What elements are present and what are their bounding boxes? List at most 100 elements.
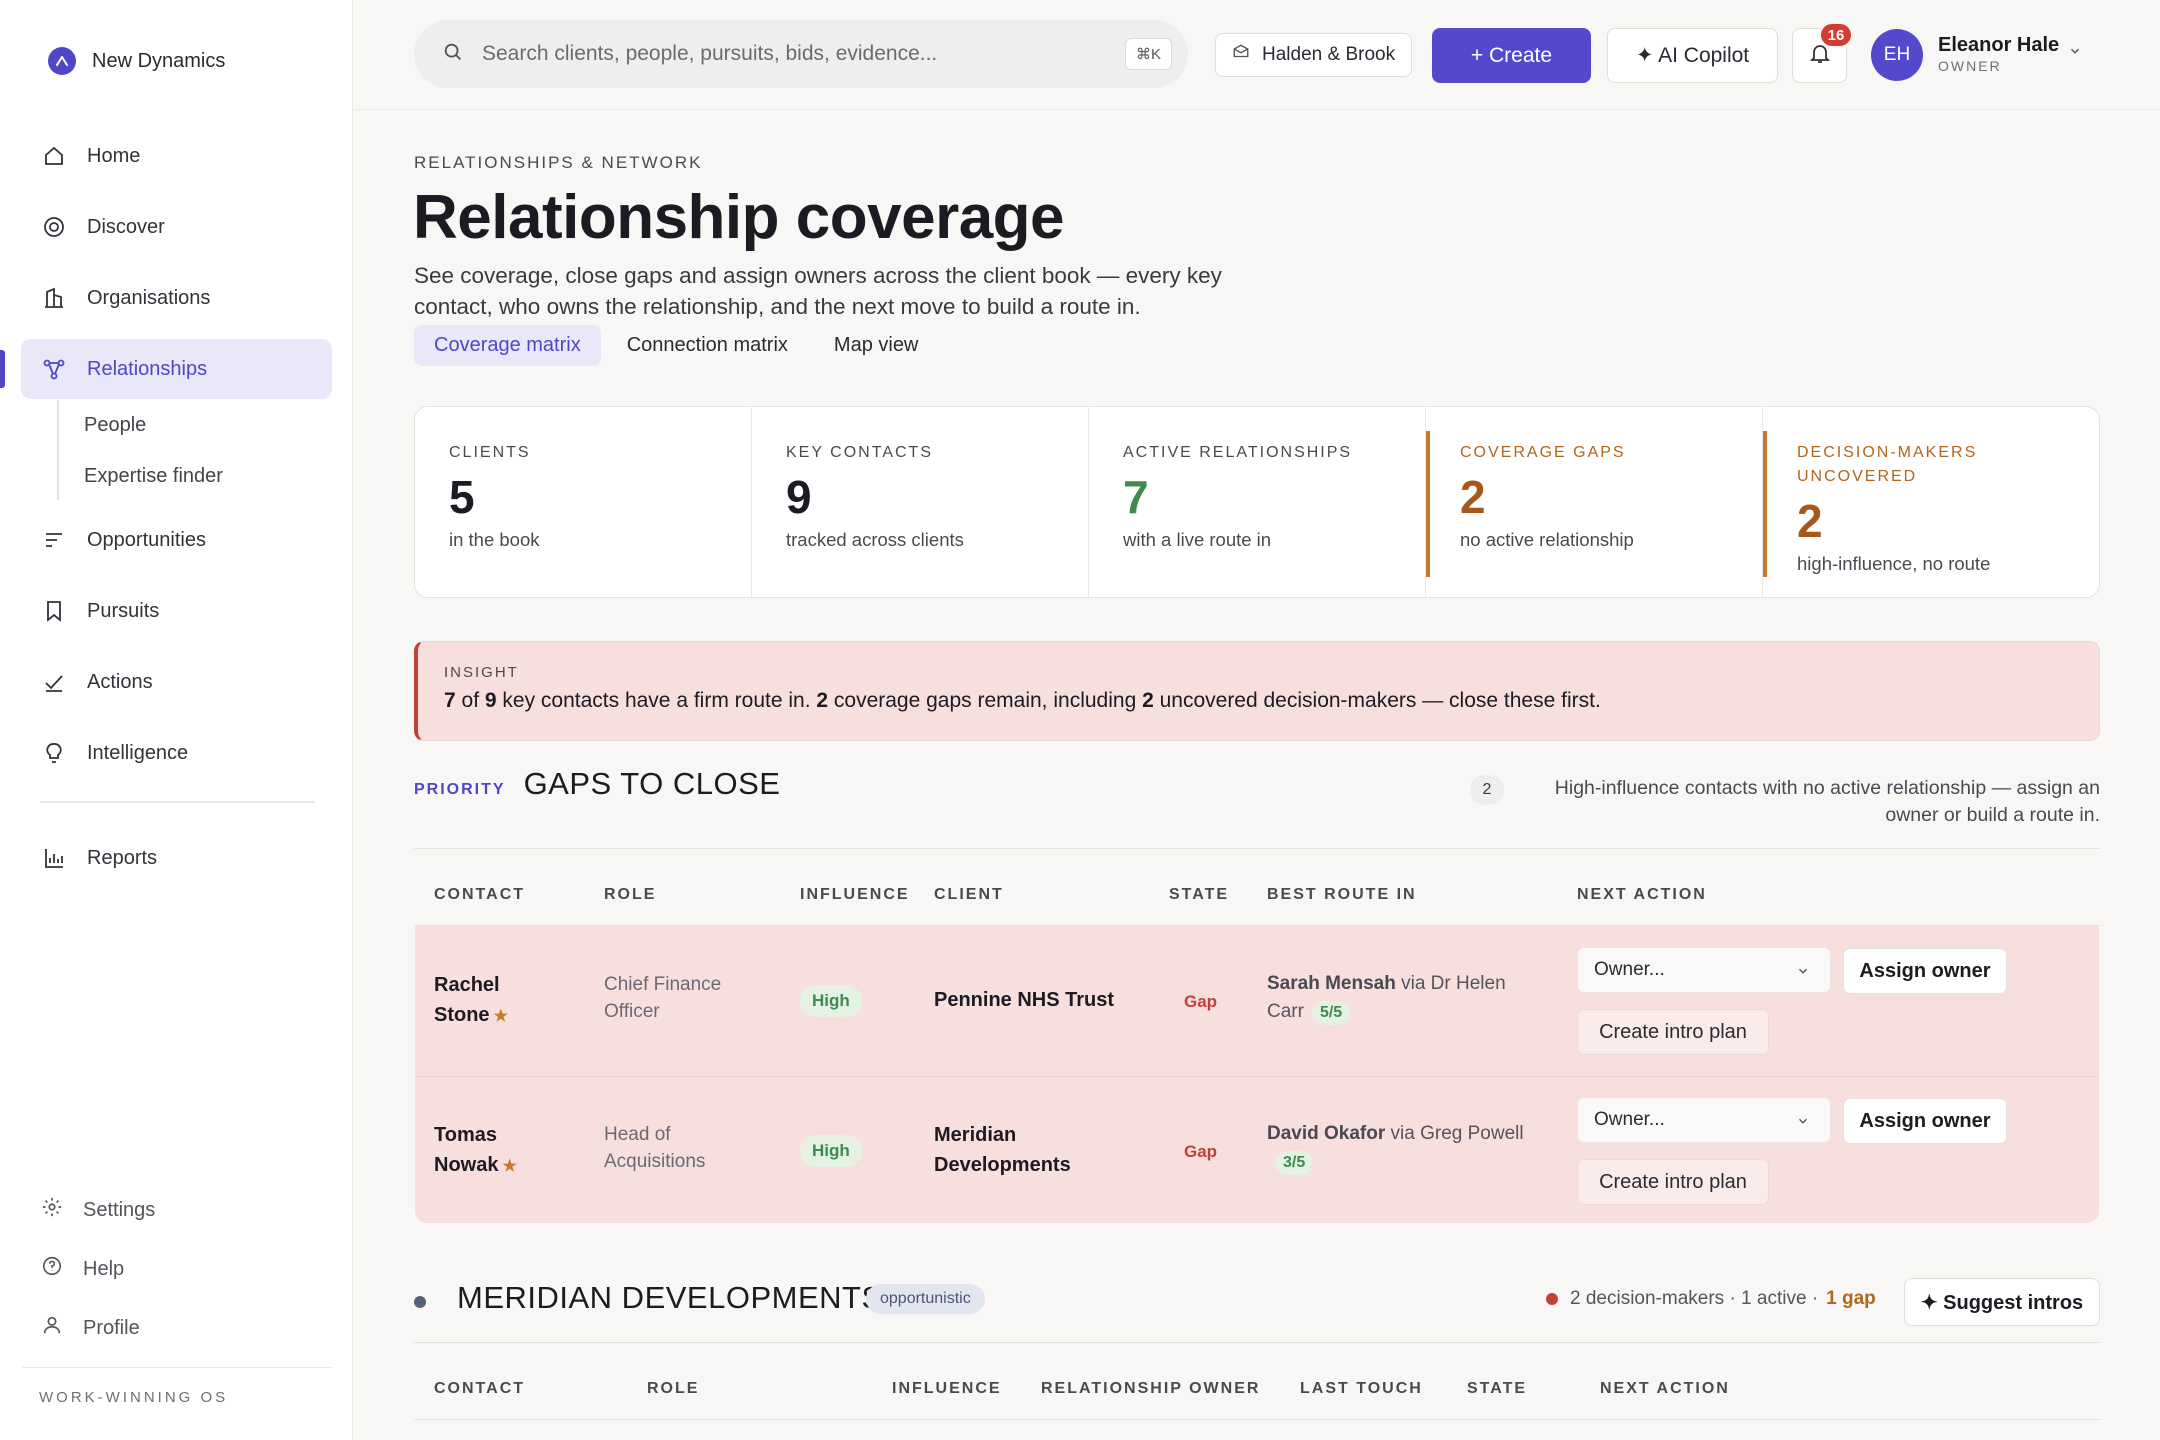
stat-sub: with a live route in bbox=[1123, 529, 1272, 550]
workspace-icon bbox=[1232, 43, 1250, 67]
gaps-note: High-influence contacts with no active r… bbox=[1554, 777, 2100, 826]
nav-item-help[interactable]: Help bbox=[41, 1255, 124, 1283]
nav-label: Home bbox=[87, 144, 141, 167]
owner-select[interactable]: Owner... bbox=[1577, 1097, 1831, 1143]
nav-divider bbox=[40, 801, 315, 803]
best-route: David Okafor via Greg Powell3/5 bbox=[1267, 1120, 1537, 1176]
insight-text: 7 of 9 key contacts have a firm route in… bbox=[444, 689, 1601, 712]
contact-name[interactable]: Tomas Nowak ★ bbox=[434, 1120, 554, 1182]
search-shortcut: ⌘K bbox=[1124, 38, 1172, 70]
column-header: CLIENT bbox=[934, 886, 1004, 903]
network-icon bbox=[41, 356, 67, 382]
client-name[interactable]: Pennine NHS Trust bbox=[934, 985, 1114, 1015]
gear-icon bbox=[41, 1196, 63, 1224]
page-eyebrow: RELATIONSHIPS & NETWORK bbox=[414, 153, 703, 172]
nav-item-relationships[interactable]: Relationships bbox=[21, 339, 332, 399]
ai-copilot-button[interactable]: ✦ AI Copilot bbox=[1607, 28, 1778, 83]
bar-chart-icon bbox=[41, 845, 67, 871]
chevron-down-icon[interactable] bbox=[2068, 44, 2082, 63]
section-title: GAPS TO CLOSE bbox=[523, 766, 781, 801]
section-eyebrow: PRIORITY bbox=[414, 781, 506, 798]
sidebar-footer-divider bbox=[22, 1367, 332, 1368]
stat-clients: CLIENTS 5 in the book bbox=[415, 407, 752, 597]
assign-owner-button[interactable]: Assign owner bbox=[1843, 1098, 2007, 1144]
chevron-down-icon bbox=[1796, 1112, 1810, 1134]
nav-item-opportunities[interactable]: Opportunities bbox=[21, 510, 332, 570]
influence-badge: High bbox=[800, 985, 862, 1017]
create-intro-plan-button[interactable]: Create intro plan bbox=[1577, 1159, 1769, 1205]
stat-key-contacts: KEY CONTACTS 9 tracked across clients bbox=[752, 407, 1089, 597]
route-score: 5/5 bbox=[1311, 1001, 1351, 1025]
client-tag: opportunistic bbox=[866, 1284, 985, 1314]
column-header: ROLE bbox=[604, 886, 657, 903]
tab-map-view[interactable]: Map view bbox=[814, 325, 938, 366]
stat-active-relationships: ACTIVE RELATIONSHIPS 7 with a live route… bbox=[1089, 407, 1426, 597]
nav-label: Opportunities bbox=[87, 528, 206, 551]
user-icon bbox=[41, 1314, 63, 1342]
search-input[interactable] bbox=[482, 42, 1082, 66]
divider bbox=[414, 1419, 2100, 1420]
stat-value: 9 bbox=[786, 471, 812, 523]
nav-item-settings[interactable]: Settings bbox=[41, 1196, 155, 1224]
divider bbox=[414, 848, 2100, 849]
help-icon bbox=[41, 1255, 63, 1283]
stats-panel: CLIENTS 5 in the book KEY CONTACTS 9 tra… bbox=[414, 406, 2100, 598]
nav-item-home[interactable]: Home bbox=[21, 126, 332, 186]
column-header: NEXT ACTION bbox=[1600, 1380, 1730, 1397]
check-icon bbox=[41, 669, 67, 695]
nav-item-pursuits[interactable]: Pursuits bbox=[21, 581, 332, 641]
user-role: OWNER bbox=[1938, 58, 2002, 74]
route-score: 3/5 bbox=[1275, 1151, 1314, 1175]
stat-value: 2 bbox=[1460, 471, 1486, 523]
stat-decision-makers-uncovered: DECISION-MAKERS UNCOVERED 2 high-influen… bbox=[1763, 407, 2099, 597]
sidebar-footer: WORK-WINNING OS bbox=[39, 1389, 229, 1406]
suggest-intros-button[interactable]: ✦ Suggest intros bbox=[1904, 1278, 2100, 1326]
influence-badge: High bbox=[800, 1135, 862, 1167]
tab-coverage-matrix[interactable]: Coverage matrix bbox=[414, 325, 601, 366]
column-header: CONTACT bbox=[434, 1380, 526, 1397]
nav-label: Profile bbox=[83, 1316, 140, 1339]
gaps-count-badge: 2 bbox=[1470, 775, 1504, 805]
nav-item-organisations[interactable]: Organisations bbox=[21, 268, 332, 328]
brand-name: New Dynamics bbox=[92, 49, 226, 72]
assign-owner-button[interactable]: Assign owner bbox=[1843, 948, 2007, 994]
search-bar[interactable]: ⌘K bbox=[414, 20, 1188, 88]
search-icon bbox=[442, 41, 464, 68]
user-name[interactable]: Eleanor Hale bbox=[1938, 34, 2059, 57]
client-section-title: MERIDIAN DEVELOPMENTS bbox=[457, 1280, 883, 1315]
column-header: RELATIONSHIP OWNER bbox=[1041, 1380, 1261, 1397]
contact-role: Head of Acquisitions bbox=[604, 1124, 706, 1172]
avatar[interactable]: EH bbox=[1871, 29, 1923, 81]
column-header: CONTACT bbox=[434, 886, 526, 903]
stat-value: 2 bbox=[1797, 495, 1823, 547]
create-button[interactable]: + Create bbox=[1432, 28, 1591, 83]
column-header: BEST ROUTE IN bbox=[1267, 886, 1417, 903]
workspace-switcher[interactable]: Halden & Brook bbox=[1215, 33, 1413, 77]
client-status-dot bbox=[414, 1296, 426, 1308]
sub-item-expertise-finder[interactable]: Expertise finder bbox=[84, 465, 223, 488]
contact-name[interactable]: Rachel Stone ★ bbox=[434, 970, 554, 1032]
nav-label: Intelligence bbox=[87, 741, 189, 764]
client-name[interactable]: Meridian Developments bbox=[934, 1120, 1124, 1180]
list-icon bbox=[41, 527, 67, 553]
stat-label: DECISION-MAKERS UNCOVERED bbox=[1797, 444, 1978, 485]
sub-item-people[interactable]: People bbox=[84, 414, 146, 437]
compass-icon bbox=[41, 214, 67, 240]
stat-coverage-gaps: COVERAGE GAPS 2 no active relationship bbox=[1426, 407, 1763, 597]
workspace-name: Halden & Brook bbox=[1262, 44, 1396, 65]
nav-label: Reports bbox=[87, 846, 158, 869]
nav-label: Help bbox=[83, 1257, 125, 1280]
sub-nav-line bbox=[57, 400, 59, 500]
nav-item-discover[interactable]: Discover bbox=[21, 197, 332, 257]
nav-item-intelligence[interactable]: Intelligence bbox=[21, 723, 332, 783]
owner-select[interactable]: Owner... bbox=[1577, 947, 1831, 993]
brand[interactable]: New Dynamics bbox=[48, 47, 225, 75]
nav-item-profile[interactable]: Profile bbox=[41, 1314, 140, 1342]
lightbulb-icon bbox=[41, 740, 67, 766]
nav-item-reports[interactable]: Reports bbox=[21, 828, 332, 888]
nav-item-actions[interactable]: Actions bbox=[21, 652, 332, 712]
create-intro-plan-button[interactable]: Create intro plan bbox=[1577, 1009, 1769, 1055]
active-indicator bbox=[0, 350, 5, 388]
tab-connection-matrix[interactable]: Connection matrix bbox=[607, 325, 808, 366]
chevron-down-icon bbox=[1796, 962, 1810, 984]
